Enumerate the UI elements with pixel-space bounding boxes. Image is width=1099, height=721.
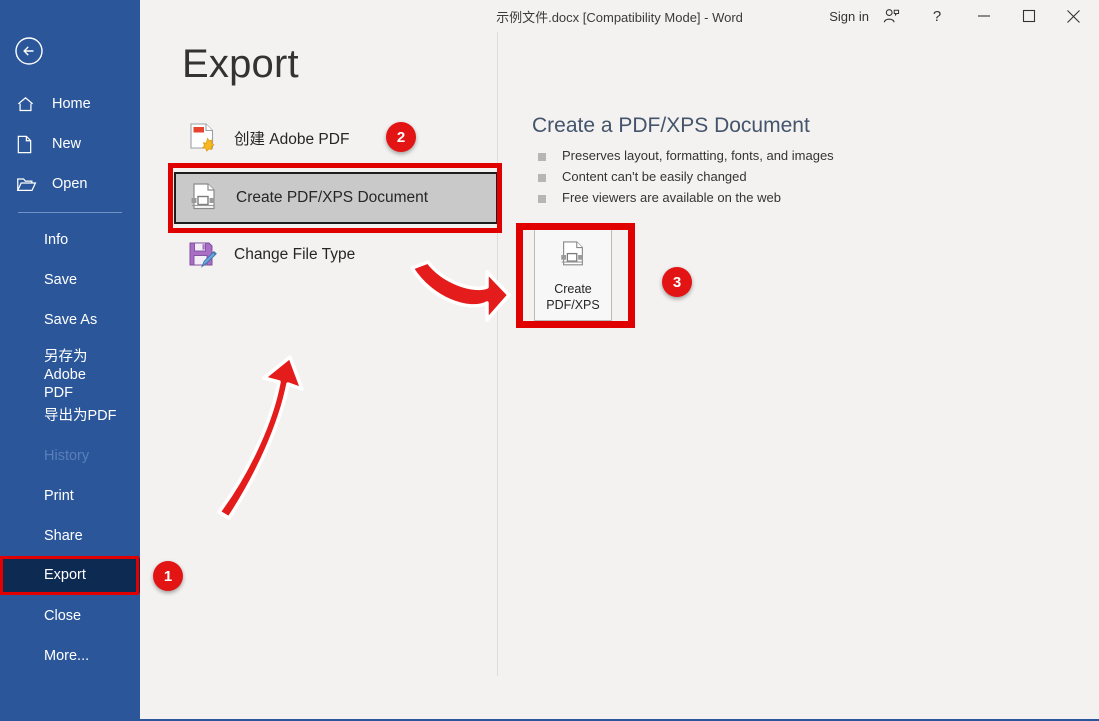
sidebar-item-label: Home (52, 96, 91, 112)
window-title-bar: 示例文件.docx [Compatibility Mode] - Word Si… (140, 0, 1099, 32)
sidebar-item-label: Info (44, 231, 69, 248)
sidebar-item-label: Export (44, 567, 86, 584)
export-option-label: Change File Type (234, 246, 356, 263)
sidebar-item-export-to-pdf[interactable]: 导出为PDF (0, 404, 140, 428)
export-option-change-file-type[interactable]: Change File Type (182, 229, 502, 281)
pdf-xps-icon (558, 239, 588, 276)
arrow-to-export-option (217, 355, 304, 520)
sidebar-item-label: Share (44, 527, 83, 544)
detail-bullet-text: Free viewers are available on the web (562, 190, 781, 205)
help-icon[interactable]: ? (915, 0, 959, 32)
step-badge-3: 3 (662, 267, 692, 297)
bullet-square-icon (538, 153, 546, 161)
export-option-label: Create PDF/XPS Document (236, 189, 429, 206)
sidebar-item-print[interactable]: Print (0, 484, 140, 508)
sidebar-divider (18, 212, 122, 213)
bullet-square-icon (538, 174, 546, 182)
sidebar-item-label: New (52, 136, 82, 152)
sidebar-item-close[interactable]: Close (0, 604, 140, 628)
create-pdf-xps-button-label: Create PDF/XPS (546, 282, 600, 313)
account-icon[interactable] (869, 0, 913, 32)
sidebar-item-home[interactable]: Home (0, 89, 140, 119)
sidebar-item-info[interactable]: Info (0, 228, 140, 252)
sidebar-item-label: History (44, 447, 90, 464)
sidebar-item-open[interactable]: Open (0, 169, 140, 199)
step-badge-2: 2 (386, 122, 416, 152)
sidebar-item-share[interactable]: Share (0, 524, 140, 548)
sidebar-item-save-as-adobe-pdf[interactable]: 另存为 Adobe PDF (0, 348, 140, 401)
sidebar-item-save-as[interactable]: Save As (0, 308, 140, 332)
home-icon (16, 94, 44, 114)
button-label-line1: Create (554, 282, 592, 296)
sidebar-item-label: More... (44, 647, 90, 664)
detail-panel: Create a PDF/XPS Document Preserves layo… (532, 114, 952, 211)
page-title: Export (182, 42, 299, 86)
sign-in-button[interactable]: Sign in (829, 0, 869, 32)
minimize-icon[interactable] (962, 0, 1006, 32)
sidebar-item-history: History (0, 444, 140, 468)
detail-bullet: Free viewers are available on the web (532, 190, 952, 205)
annotation-arrow-layer (217, 260, 511, 520)
adobe-pdf-icon (182, 118, 222, 158)
maximize-icon[interactable] (1007, 0, 1051, 32)
new-document-icon (16, 134, 44, 154)
detail-bullet: Preserves layout, formatting, fonts, and… (532, 148, 952, 163)
sidebar-item-label: 另存为 Adobe PDF (44, 349, 88, 402)
detail-bullet-text: Content can't be easily changed (562, 169, 747, 184)
close-icon[interactable] (1051, 0, 1095, 32)
step-badge-1: 1 (153, 561, 183, 591)
pdf-xps-icon (184, 178, 224, 218)
create-pdf-xps-button[interactable]: Create PDF/XPS (534, 227, 612, 321)
sidebar-item-more[interactable]: More... (0, 644, 140, 668)
sidebar-item-label: Close (44, 607, 82, 624)
sidebar-item-new[interactable]: New (0, 129, 140, 159)
detail-bullet-text: Preserves layout, formatting, fonts, and… (562, 148, 834, 163)
detail-bullet: Content can't be easily changed (532, 169, 952, 184)
sidebar-item-label: Save (44, 271, 78, 288)
backstage-sidebar: Home New Open Info Save Save As 另存为 Adob… (0, 0, 140, 719)
back-arrow-icon[interactable] (14, 36, 44, 66)
export-option-create-adobe-pdf[interactable]: 创建 Adobe PDF (182, 112, 502, 164)
svg-text:?: ? (933, 8, 941, 25)
sidebar-item-label: Print (44, 487, 74, 504)
sidebar-item-save[interactable]: Save (0, 268, 140, 292)
detail-title: Create a PDF/XPS Document (532, 114, 810, 137)
sidebar-item-label: Save As (44, 311, 98, 328)
sidebar-item-label: Open (52, 176, 88, 192)
sidebar-item-export[interactable]: Export (0, 558, 140, 593)
export-option-label: 创建 Adobe PDF (234, 131, 350, 148)
export-option-create-pdf-xps[interactable]: Create PDF/XPS Document (174, 172, 498, 224)
word-backstage-export-screen: Home New Open Info Save Save As 另存为 Adob… (0, 0, 1099, 721)
button-label-line2: PDF/XPS (546, 297, 600, 312)
sidebar-item-label: 导出为PDF (44, 407, 117, 424)
open-folder-icon (16, 174, 44, 194)
bullet-square-icon (538, 195, 546, 203)
save-pencil-icon (182, 235, 222, 275)
